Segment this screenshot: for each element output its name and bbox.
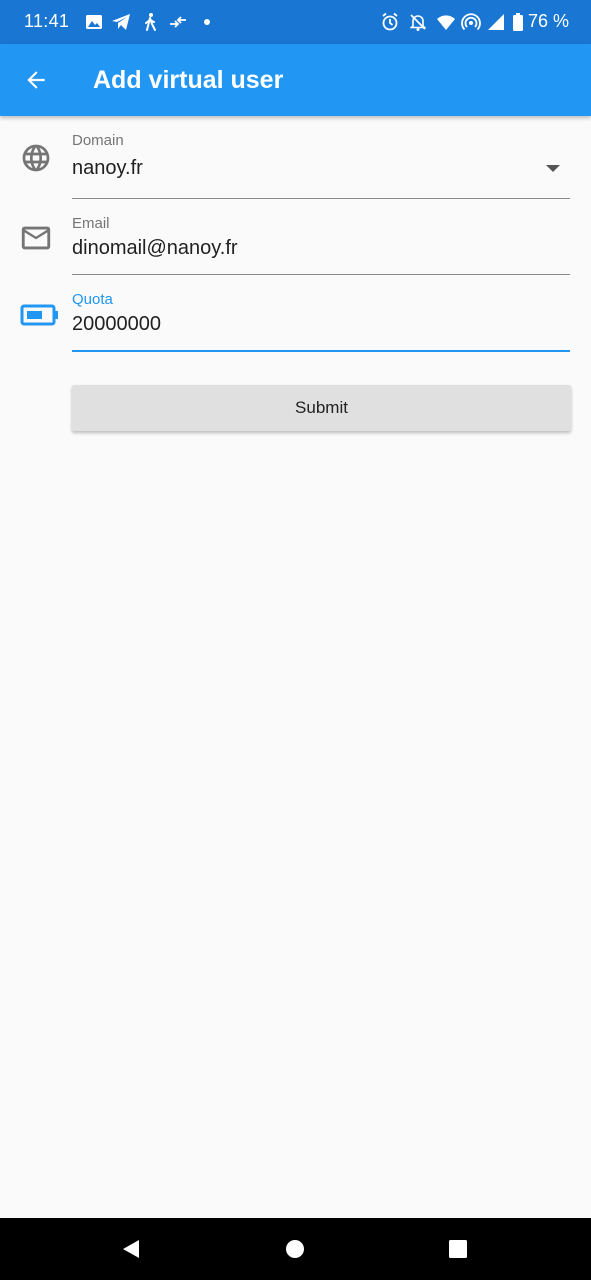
recents-square-icon bbox=[449, 1240, 467, 1258]
email-field[interactable]: Email dinomail@nanoy.fr bbox=[72, 215, 570, 277]
domain-underline bbox=[72, 198, 570, 199]
status-bar: 11:41 76 % bbox=[0, 0, 591, 44]
wifi-icon bbox=[437, 15, 455, 30]
dot-icon bbox=[204, 19, 210, 25]
nav-home-button[interactable] bbox=[281, 1235, 309, 1263]
mail-icon bbox=[19, 221, 53, 255]
quota-underline bbox=[72, 350, 570, 352]
submit-button[interactable]: Submit bbox=[72, 385, 571, 431]
signal-icon bbox=[488, 14, 504, 30]
system-nav-bar bbox=[0, 1218, 591, 1280]
home-circle-icon bbox=[286, 1240, 304, 1258]
app-bar: Add virtual user bbox=[0, 44, 591, 116]
back-triangle-icon bbox=[123, 1240, 139, 1258]
domain-value: nanoy.fr bbox=[72, 157, 143, 179]
alarm-icon bbox=[382, 12, 398, 31]
walking-icon bbox=[145, 13, 156, 31]
globe-icon bbox=[19, 141, 53, 175]
domain-label: Domain bbox=[72, 132, 124, 149]
telegram-icon bbox=[112, 14, 130, 30]
quota-value: 20000000 bbox=[72, 313, 161, 335]
chevron-down-icon bbox=[546, 165, 560, 172]
email-label: Email bbox=[72, 215, 110, 232]
battery-icon bbox=[513, 13, 523, 31]
back-button[interactable] bbox=[12, 56, 60, 104]
notifications-off-icon bbox=[409, 14, 427, 31]
image-icon bbox=[86, 15, 102, 29]
arrow-back-icon bbox=[27, 71, 45, 89]
battery-percent: 76 % bbox=[528, 11, 570, 31]
domain-select[interactable]: Domain nanoy.fr bbox=[72, 132, 570, 200]
page-title: Add virtual user bbox=[93, 66, 284, 94]
email-value: dinomail@nanoy.fr bbox=[72, 237, 238, 259]
status-time: 11:41 bbox=[24, 11, 70, 31]
battery-icon bbox=[20, 298, 60, 332]
nav-recents-button[interactable] bbox=[444, 1235, 472, 1263]
hotspot-icon bbox=[461, 13, 481, 31]
quota-field[interactable]: Quota 20000000 bbox=[72, 291, 570, 354]
quota-label: Quota bbox=[72, 291, 113, 308]
arrows-icon bbox=[170, 16, 186, 28]
nav-back-button[interactable] bbox=[117, 1235, 145, 1263]
email-underline bbox=[72, 274, 570, 275]
